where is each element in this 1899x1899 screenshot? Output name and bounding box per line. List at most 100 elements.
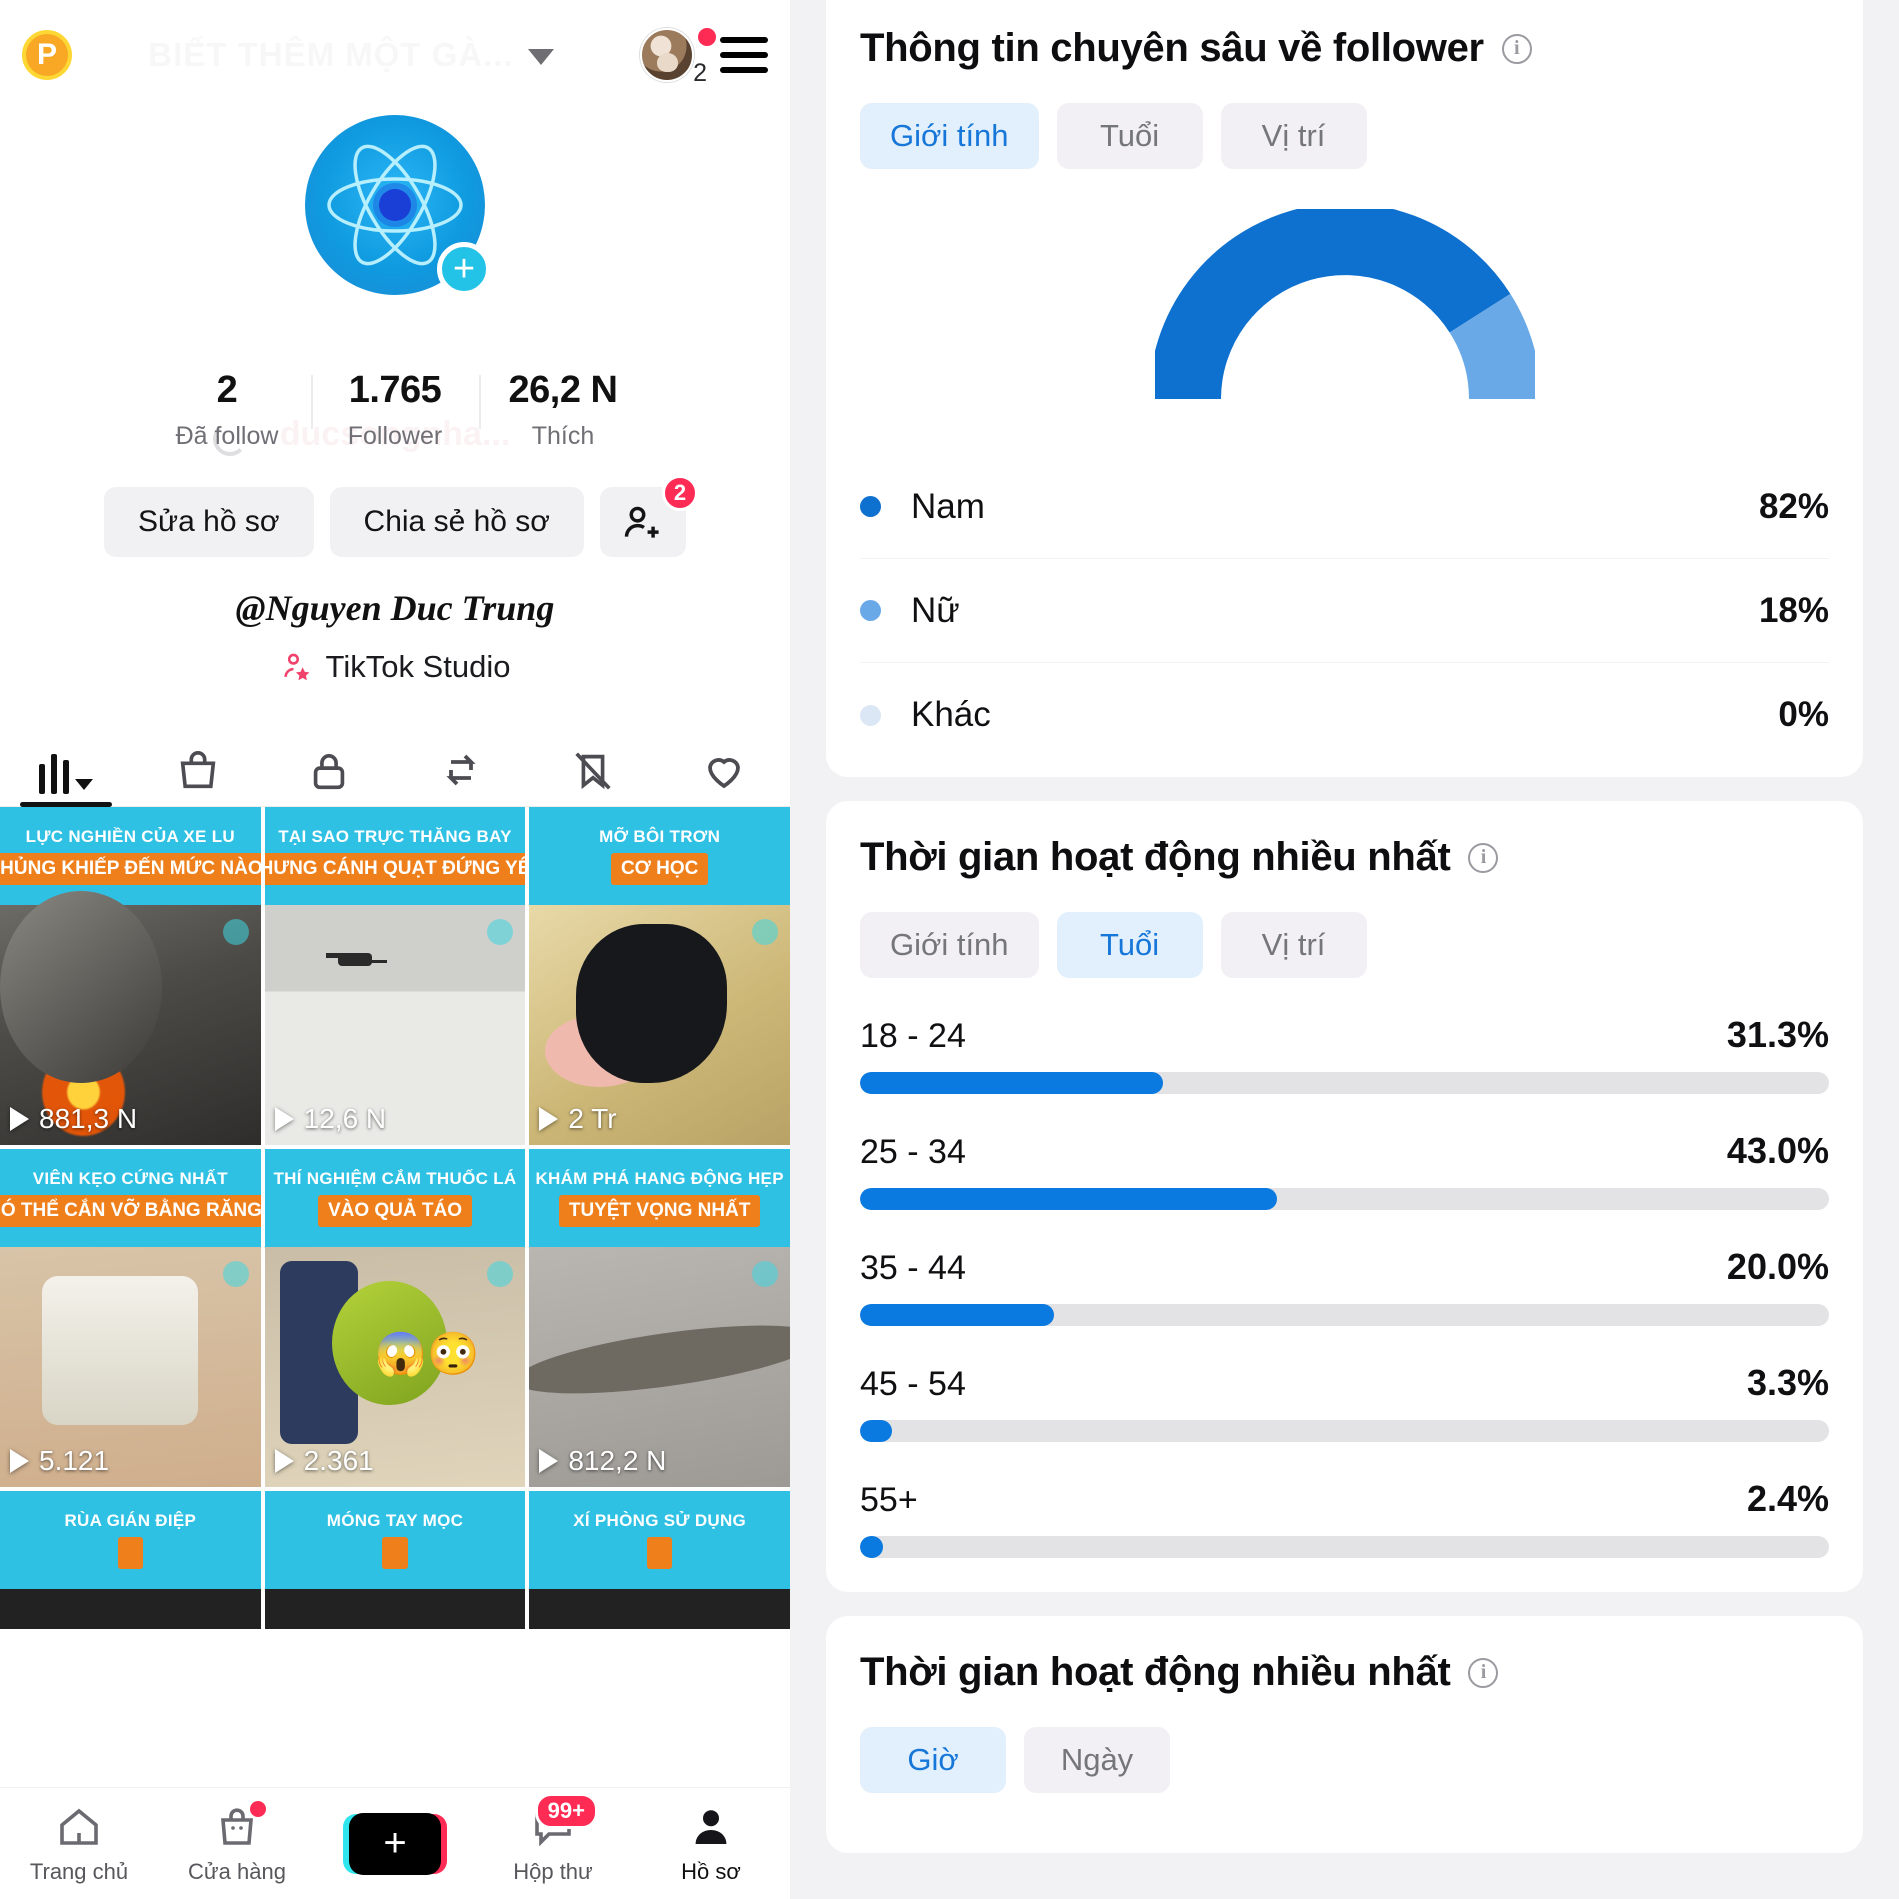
caption-pill: CÓ THỂ CẮN VỠ BẰNG RĂNG? (0, 1195, 261, 1227)
stat-followers[interactable]: 1.765 Follower (311, 369, 479, 451)
insight-tabs: Giới tính Tuổi Vị trí (860, 912, 1829, 978)
watermark-icon (751, 919, 778, 945)
legend-item: Nam 82% (860, 455, 1829, 559)
play-icon (539, 1107, 559, 1131)
stat-label: Follower (347, 422, 443, 450)
video-cell[interactable]: RÙA GIÁN ĐIỆP (0, 1491, 261, 1629)
video-cell[interactable]: TẠI SAO TRỰC THĂNG BAY NHƯNG CÁNH QUẠT Đ… (264, 807, 526, 1145)
legend-value: 0% (1778, 695, 1829, 734)
card-title: Thời gian hoạt động nhiều nhất (860, 835, 1451, 879)
analytics-pane[interactable]: Thông tin chuyên sâu về follower i Giới … (790, 0, 1899, 1899)
stat-value: 2 (216, 369, 238, 411)
tiktok-studio-link[interactable]: TikTok Studio (0, 649, 790, 685)
video-caption: XÍ PHÒNG SỬ DỤNG (529, 1491, 790, 1589)
chevron-down-icon[interactable] (527, 49, 554, 65)
caption-top: XÍ PHÒNG SỬ DỤNG (573, 1511, 747, 1530)
gender-gauge-chart (860, 209, 1829, 409)
stat-likes[interactable]: 26,2 N Thích (479, 369, 647, 451)
video-caption: VIÊN KẸO CỨNG NHẤT CÓ THỂ CẮN VỠ BẰNG RĂ… (0, 1149, 261, 1247)
share-profile-button[interactable]: Chia sẻ hồ sơ (329, 487, 584, 557)
legend-item: Nữ 18% (860, 559, 1829, 663)
play-icon (274, 1107, 294, 1131)
caption-top: KHÁM PHÁ HANG ĐỘNG HẸP (535, 1169, 784, 1188)
video-cell[interactable]: KHÁM PHÁ HANG ĐỘNG HẸP TUYỆT VỌNG NHẤT 8… (529, 1149, 790, 1487)
nav-label: Trang chủ (29, 1858, 129, 1884)
view-count-label: 2.361 (303, 1445, 374, 1476)
nav-item-create[interactable]: + (316, 1812, 474, 1875)
add-person-badge: 2 (661, 475, 698, 511)
view-count-label: 5.121 (39, 1445, 110, 1476)
bar-value: 2.4% (1746, 1478, 1829, 1519)
view-count: 881,3 N (10, 1103, 137, 1135)
bottom-nav: Trang chủ Cửa hàng + 99+ Hộp thư Hồ sơ (0, 1787, 790, 1899)
bar-value: 43.0% (1726, 1130, 1829, 1171)
tab-age[interactable]: Tuổi (1056, 912, 1203, 978)
legend-value: 18% (1758, 590, 1829, 630)
tab-location[interactable]: Vị trí (1220, 103, 1367, 169)
stat-label: Đã follow (175, 422, 279, 450)
lock-icon (313, 754, 345, 790)
avatar[interactable]: 2 (640, 28, 707, 87)
info-icon[interactable]: i (1501, 33, 1532, 64)
add-person-button[interactable]: 2 (599, 475, 698, 557)
video-cell[interactable]: VIÊN KẸO CỨNG NHẤT CÓ THỂ CẮN VỠ BẰNG RĂ… (0, 1149, 261, 1487)
account-switcher[interactable]: BIẾT THÊM MỘT GÀ... (62, 36, 640, 74)
caption-top: MÓNG TAY MỌC (326, 1511, 464, 1530)
bar-fill (860, 1420, 892, 1442)
follower-insights-card: Thông tin chuyên sâu về follower i Giới … (826, 0, 1863, 777)
bar-track (860, 1536, 1829, 1558)
video-cell[interactable]: MỠ BÔI TRƠN CƠ HỌC 2 Tr (529, 807, 790, 1145)
caption-pill (382, 1537, 408, 1569)
tab-gender[interactable]: Giới tính (860, 103, 1039, 169)
tab-age[interactable]: Tuổi (1056, 103, 1203, 169)
nav-item-inbox[interactable]: 99+ Hộp thư (474, 1792, 632, 1885)
video-cell[interactable]: LỰC NGHIỀN CỦA XE LU KHỦNG KHIẾP ĐẾN MỨC… (0, 807, 261, 1145)
legend-label: Nữ (911, 590, 960, 630)
tab-hidden[interactable] (527, 719, 659, 806)
bar-label: 45 - 54 (860, 1365, 966, 1403)
nav-item-home[interactable]: Trang chủ (0, 1803, 158, 1885)
tab-hour[interactable]: Giờ (860, 1727, 1006, 1793)
tab-location[interactable]: Vị trí (1220, 912, 1367, 978)
shopping-bag-icon (180, 750, 215, 789)
edit-profile-button[interactable]: Sửa hồ sơ (104, 487, 314, 557)
add-person-icon (624, 506, 659, 538)
stat-value: 1.765 (348, 369, 442, 411)
bar-row: 18 - 24 31.3% (860, 1014, 1829, 1094)
tab-private[interactable] (263, 719, 395, 806)
most-active-time-age-card: Thời gian hoạt động nhiều nhất i Giới tí… (826, 801, 1863, 1592)
view-count-label: 2 Tr (568, 1103, 617, 1134)
caption-pill: NHƯNG CÁNH QUẠT ĐỨNG YÊN (264, 853, 526, 885)
caption-pill (117, 1537, 143, 1569)
tab-reposts[interactable] (395, 719, 527, 806)
age-bar-chart: 18 - 24 31.3% 25 - 34 43.0% 35 - 44 20.0… (860, 1014, 1829, 1558)
video-cell[interactable]: XÍ PHÒNG SỬ DỤNG (529, 1491, 790, 1629)
tab-shop[interactable] (132, 719, 264, 806)
tab-liked[interactable] (658, 719, 790, 806)
stat-following[interactable]: 2 Đã follow (143, 369, 311, 451)
tab-day[interactable]: Ngày (1024, 1727, 1170, 1793)
watermark-icon (222, 1261, 249, 1287)
tab-gender[interactable]: Giới tính (860, 912, 1039, 978)
nav-item-shop[interactable]: Cửa hàng (158, 1800, 316, 1885)
caption-pill: TUYỆT VỌNG NHẤT (558, 1195, 761, 1227)
info-icon[interactable]: i (1468, 1657, 1499, 1688)
gender-legend: Nam 82% Nữ 18% Khác 0% (860, 455, 1829, 767)
video-cell[interactable]: MÓNG TAY MỌC (264, 1491, 526, 1629)
tab-videos[interactable] (0, 719, 132, 806)
caption-pill: CƠ HỌC (610, 853, 709, 885)
hamburger-menu-icon[interactable] (720, 37, 768, 73)
plus-icon[interactable]: + (437, 242, 491, 296)
view-count: 12,6 N (274, 1103, 386, 1135)
bar-track (860, 1072, 1829, 1094)
legend-dot-icon (860, 496, 881, 517)
info-icon[interactable]: i (1468, 842, 1499, 873)
nav-item-profile[interactable]: Hồ sơ (632, 1803, 790, 1885)
page-title: BIẾT THÊM MỘT GÀ... (148, 36, 514, 73)
stat-label: Thích (531, 422, 595, 450)
repost-icon (446, 754, 476, 786)
create-plus-icon[interactable]: + (349, 1812, 441, 1875)
play-icon (10, 1449, 29, 1473)
reaction-emojis: 😱😳 (374, 1330, 480, 1377)
video-cell[interactable]: THÍ NGHIỆM CẮM THUỐC LÁ VÀO QUẢ TÁO 😱😳 2… (264, 1149, 526, 1487)
